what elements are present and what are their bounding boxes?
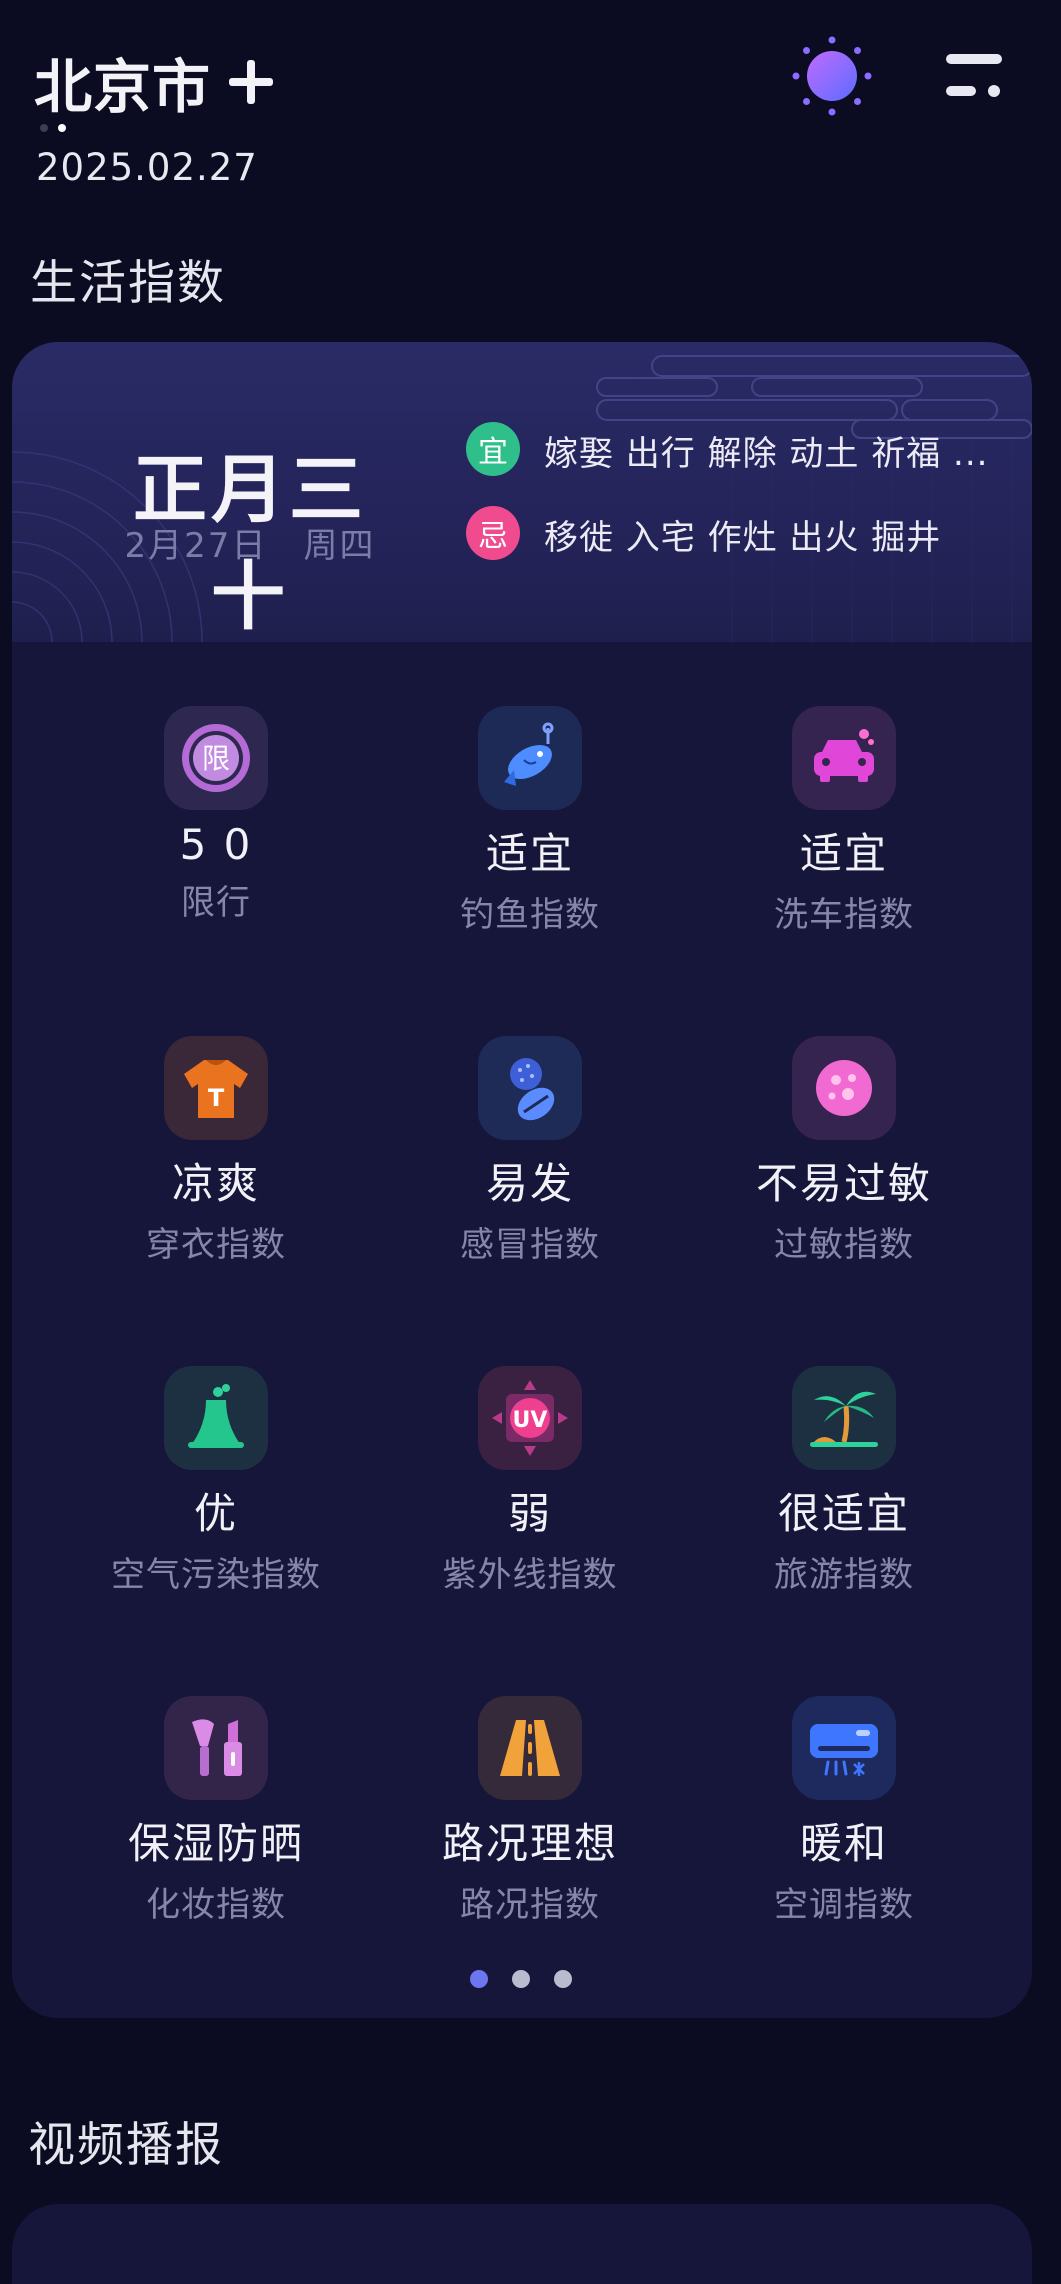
index-label: 路况指数	[460, 1885, 600, 1925]
index-label: 过敏指数	[774, 1225, 914, 1265]
index-item-air-conditioner[interactable]: 暖和 空调指数	[687, 1696, 1001, 1926]
index-item-air-pollution[interactable]: 优 空气污染指数	[59, 1366, 373, 1596]
city-page-dot-active	[58, 124, 66, 132]
index-pager[interactable]	[470, 1970, 572, 1988]
fishing-icon	[478, 706, 582, 810]
road-icon	[478, 1696, 582, 1800]
index-value: 暖和	[799, 1819, 888, 1868]
video-report-card[interactable]	[12, 2204, 1032, 2284]
index-item-clothing[interactable]: T 凉爽 穿衣指数	[59, 1036, 373, 1266]
city-name: 北京市	[34, 53, 212, 121]
ji-badge: 忌	[466, 506, 520, 560]
index-value: 保湿防晒	[127, 1819, 304, 1868]
yi-activities: 嫁娶 出行 解除 动土 祈福 ...	[544, 434, 989, 474]
allergy-icon	[792, 1036, 896, 1140]
makeup-icon	[164, 1696, 268, 1800]
air-pollution-icon	[164, 1366, 268, 1470]
index-label: 紫外线指数	[442, 1555, 618, 1595]
index-item-allergy[interactable]: 不易过敏 过敏指数	[687, 1036, 1001, 1266]
index-label: 钓鱼指数	[460, 895, 600, 935]
weather-sun-icon[interactable]	[790, 34, 874, 118]
current-date: 2025.02.27	[36, 146, 258, 189]
cold-medicine-icon	[478, 1036, 582, 1140]
life-index-title: 生活指数	[30, 256, 226, 311]
index-item-car-wash[interactable]: 适宜 洗车指数	[687, 706, 1001, 936]
svg-text:限: 限	[202, 742, 230, 775]
index-label: 限行	[181, 883, 251, 923]
almanac-panel[interactable]: 正月三十 2月27日 周四 宜 嫁娶 出行 解除 动土 祈福 ... 忌 移徙 …	[12, 342, 1032, 642]
life-index-card: 正月三十 2月27日 周四 宜 嫁娶 出行 解除 动土 祈福 ... 忌 移徙 …	[12, 342, 1032, 2018]
index-label: 洗车指数	[774, 895, 914, 935]
index-value: 优	[193, 1489, 238, 1538]
svg-text:UV: UV	[513, 1408, 548, 1433]
index-label: 化妆指数	[146, 1885, 286, 1925]
uv-icon: UV	[478, 1366, 582, 1470]
index-item-travel[interactable]: 很适宜 旅游指数	[687, 1366, 1001, 1596]
air-conditioner-icon	[792, 1696, 896, 1800]
index-value: 不易过敏	[755, 1159, 932, 1208]
city-selector[interactable]: 北京市	[34, 40, 274, 124]
car-wash-icon	[792, 706, 896, 810]
index-label: 感冒指数	[460, 1225, 600, 1265]
index-value: 易发	[485, 1159, 574, 1208]
index-item-makeup[interactable]: 保湿防晒 化妆指数	[59, 1696, 373, 1926]
yi-badge: 宜	[466, 422, 520, 476]
index-value: 凉爽	[171, 1159, 260, 1208]
index-label: 空气污染指数	[111, 1555, 321, 1595]
index-value: 很适宜	[777, 1489, 910, 1538]
index-value: 适宜	[799, 829, 888, 878]
add-city-icon[interactable]	[229, 60, 274, 104]
restriction-icon: 限	[164, 706, 268, 810]
solar-date: 2月27日 周四	[124, 526, 376, 566]
index-label: 旅游指数	[774, 1555, 914, 1595]
menu-icon[interactable]	[946, 50, 1002, 102]
index-value: 5 0	[179, 820, 253, 869]
city-page-indicator	[40, 124, 66, 132]
pager-dot[interactable]	[554, 1970, 572, 1988]
index-label: 穿衣指数	[146, 1225, 286, 1265]
index-item-fishing[interactable]: 适宜 钓鱼指数	[373, 706, 687, 936]
index-item-uv[interactable]: UV 弱 紫外线指数	[373, 1366, 687, 1596]
city-page-dot	[40, 124, 48, 132]
travel-icon	[792, 1366, 896, 1470]
clothing-icon: T	[164, 1036, 268, 1140]
pager-dot-active[interactable]	[470, 1970, 488, 1988]
index-item-restriction[interactable]: 限 5 0 限行	[59, 706, 373, 924]
index-item-road[interactable]: 路况理想 路况指数	[373, 1696, 687, 1926]
ji-activities: 移徙 入宅 作灶 出火 掘井	[544, 518, 942, 558]
pager-dot[interactable]	[512, 1970, 530, 1988]
svg-text:T: T	[208, 1084, 225, 1112]
index-item-cold[interactable]: 易发 感冒指数	[373, 1036, 687, 1266]
video-report-title: 视频播报	[28, 2118, 224, 2173]
index-label: 空调指数	[774, 1885, 914, 1925]
index-value: 弱	[507, 1489, 552, 1538]
index-value: 适宜	[485, 829, 574, 878]
index-value: 路况理想	[441, 1819, 618, 1868]
